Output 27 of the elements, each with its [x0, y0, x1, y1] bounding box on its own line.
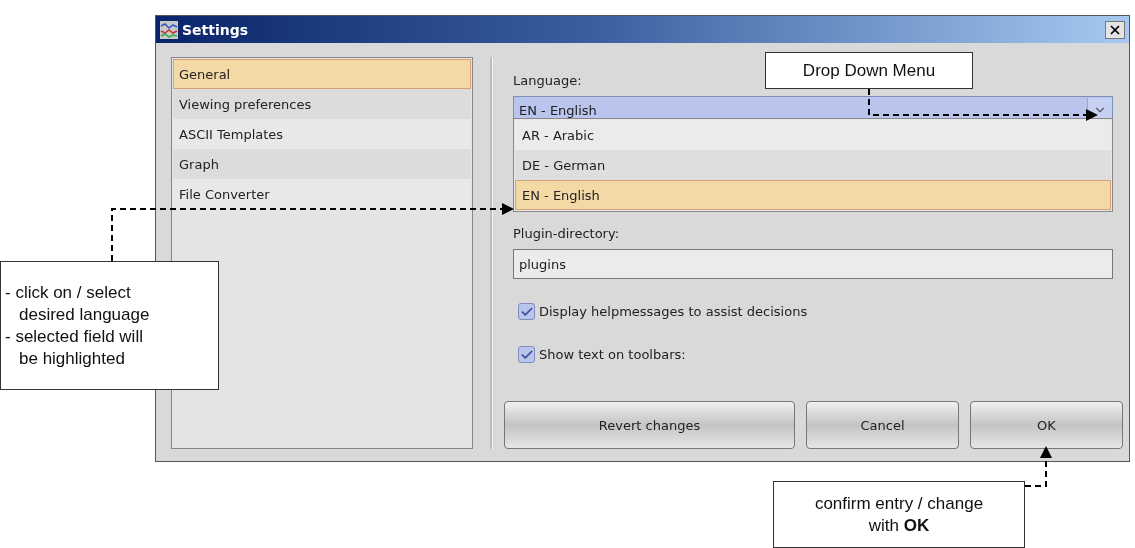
dropdown-option[interactable]: DE - German [515, 150, 1111, 180]
leader-line [1024, 446, 1052, 487]
window-title: Settings [182, 21, 250, 38]
callout-text: be highlighted [18, 347, 125, 370]
close-button[interactable] [1105, 20, 1125, 39]
callout-text: desired language [18, 303, 150, 326]
callout-text: confirm entry / change with OK [813, 492, 985, 537]
sidebar-item[interactable]: General [173, 59, 472, 89]
sidebar-item[interactable]: Graph [173, 149, 472, 179]
field-label: Language: [513, 73, 583, 88]
checkbox-label: Display helpmessages to assist decisions [539, 304, 808, 319]
sidebar-item[interactable]: ASCII Templates [173, 119, 472, 149]
dialog-button[interactable]: OK [970, 401, 1123, 449]
field-label: Plugin-directory: [513, 226, 621, 241]
input-field[interactable]: plugins [513, 249, 1113, 279]
callout-text: - click on / select [5, 281, 131, 304]
checkbox[interactable] [518, 303, 535, 320]
dialog-button[interactable]: Revert changes [504, 401, 795, 449]
checkbox[interactable] [518, 346, 535, 363]
callout-text: Drop Down Menu [802, 59, 936, 82]
callout-text: - selected field will [5, 325, 143, 348]
sidebar-item[interactable]: Viewing preferences [173, 89, 472, 119]
checkbox-label: Show text on toolbars: [539, 347, 686, 362]
sidebar-item[interactable]: File Converter [173, 179, 472, 209]
dialog-button[interactable]: Cancel [806, 401, 959, 449]
dropdown-option[interactable]: EN - English [515, 180, 1111, 210]
chart-icon [160, 20, 178, 39]
